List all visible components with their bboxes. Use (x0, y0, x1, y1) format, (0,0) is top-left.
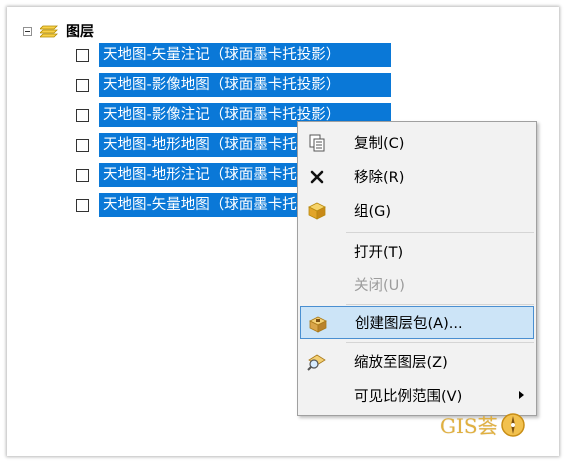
submenu-arrow-icon (519, 391, 524, 399)
layer-visibility-checkbox[interactable] (76, 138, 89, 152)
menu-item-open[interactable]: 打开(T) (300, 235, 534, 268)
layer-row[interactable]: 天地图-影像地图（球面墨卡托投影） (76, 73, 391, 97)
tree-root-label: 图层 (66, 24, 94, 40)
menu-separator (346, 342, 534, 343)
layers-icon (40, 25, 58, 38)
layer-row[interactable]: 天地图-矢量注记（球面墨卡托投影） (76, 43, 391, 67)
menu-item-zoom-to-layer[interactable]: 缩放至图层(Z) (300, 345, 534, 378)
collapse-toggle-icon[interactable] (23, 26, 32, 36)
group-layer-icon (307, 201, 327, 221)
menu-item-create-layer-package[interactable]: 创建图层包(A)... (300, 306, 534, 339)
menu-item-label: 组(G) (354, 204, 392, 220)
menu-item-label: 打开(T) (354, 245, 404, 261)
menu-separator (346, 232, 534, 233)
layer-visibility-checkbox[interactable] (76, 198, 89, 212)
menu-item-copy[interactable]: 复制(C) (300, 126, 534, 159)
layer-label[interactable]: 天地图-矢量注记（球面墨卡托投影） (99, 43, 391, 67)
watermark-text: GIS荟 (440, 414, 498, 438)
menu-item-label: 移除(R) (354, 170, 405, 186)
zoom-to-layer-icon (307, 352, 327, 372)
menu-item-close: 关闭(U) (300, 268, 534, 301)
layer-visibility-checkbox[interactable] (76, 48, 89, 62)
copy-icon (307, 133, 327, 153)
layer-package-icon (308, 314, 328, 334)
menu-item-group[interactable]: 组(G) (300, 194, 534, 227)
remove-x-icon (307, 167, 327, 187)
menu-item-label: 关闭(U) (354, 278, 405, 294)
layer-label[interactable]: 天地图-影像地图（球面墨卡托投影） (99, 73, 391, 97)
context-menu: 复制(C) 移除(R) 组(G) 打开(T) 关闭(U) 创建图层包(A)...… (297, 121, 537, 416)
watermark: GIS荟 (440, 410, 526, 439)
menu-item-visible-scale-range[interactable]: 可见比例范围(V) (300, 379, 534, 412)
menu-separator (346, 304, 534, 305)
menu-item-label: 复制(C) (354, 136, 405, 152)
layer-visibility-checkbox[interactable] (76, 108, 89, 122)
menu-item-label: 缩放至图层(Z) (354, 355, 448, 371)
gis-logo-icon (500, 412, 525, 437)
tree-root-layers[interactable]: 图层 (23, 21, 94, 41)
layer-visibility-checkbox[interactable] (76, 78, 89, 92)
menu-item-remove[interactable]: 移除(R) (300, 160, 534, 193)
menu-item-label: 创建图层包(A)... (355, 316, 463, 332)
layer-visibility-checkbox[interactable] (76, 168, 89, 182)
menu-item-label: 可见比例范围(V) (354, 389, 463, 405)
